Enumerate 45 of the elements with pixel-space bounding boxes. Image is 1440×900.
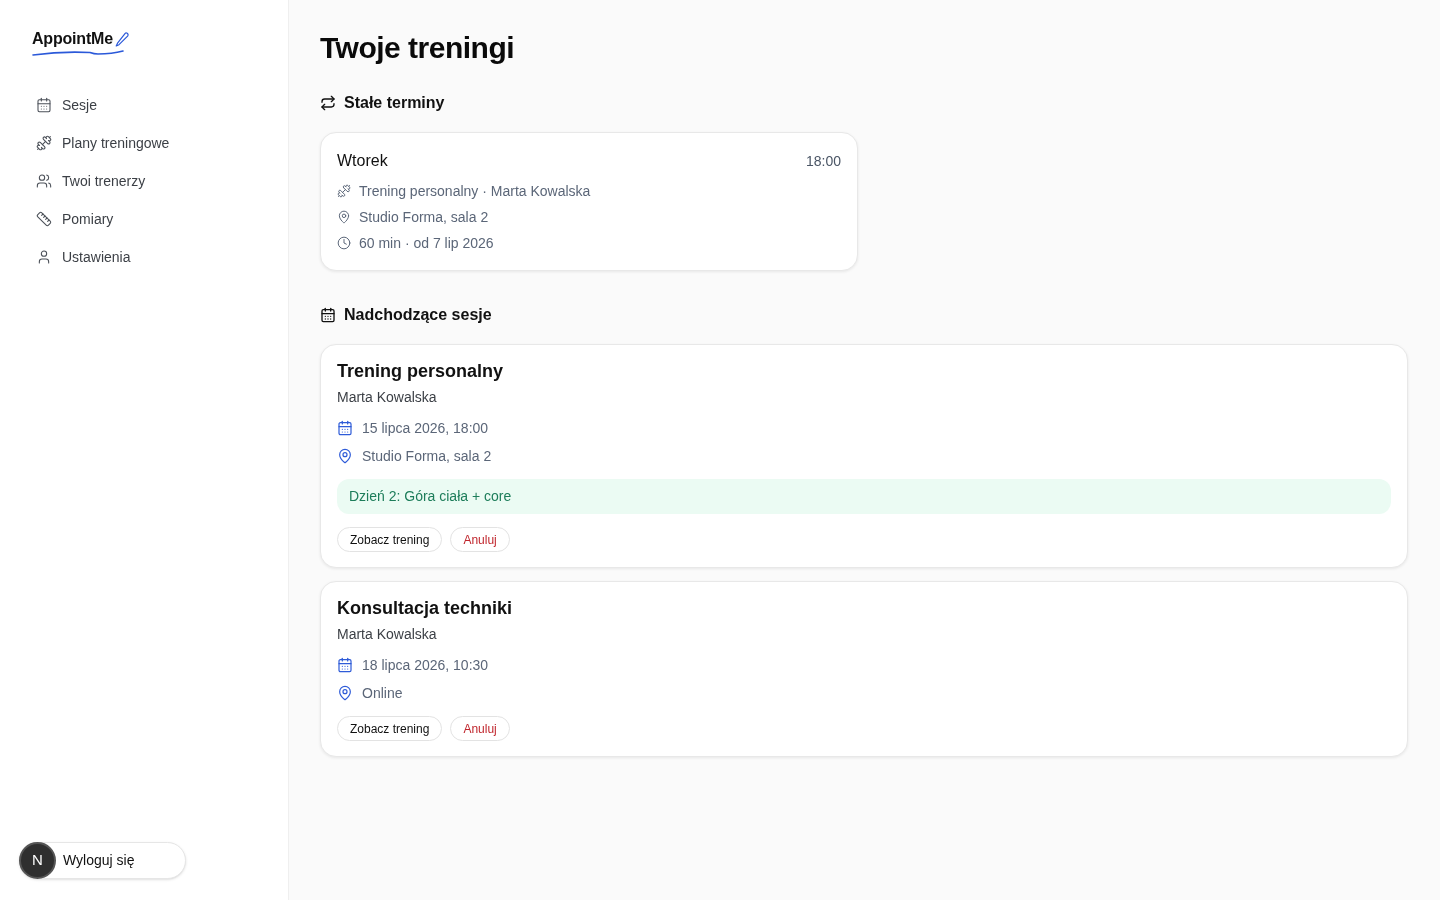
cancel-button[interactable]: Anuluj — [450, 716, 510, 741]
map-pin-icon — [337, 210, 351, 224]
dumbbell-icon — [36, 135, 52, 151]
dumbbell-icon — [337, 184, 351, 198]
section-heading: Stałe terminy — [344, 93, 445, 113]
session-date: 15 lipca 2026, 18:00 — [362, 418, 489, 438]
sidebar-nav-item[interactable]: Ustawienia — [36, 238, 288, 276]
map-pin-icon — [337, 448, 353, 464]
time-label: 18:00 — [805, 151, 841, 171]
session-location: Online — [362, 683, 403, 703]
swoosh-underline-icon — [32, 50, 124, 56]
pen-icon — [114, 32, 129, 47]
sidebar-nav-item[interactable]: Pomiary — [36, 200, 288, 238]
session-location: Studio Forma, sala 2 — [362, 446, 492, 466]
section-heading: Nadchodzące sesje — [344, 305, 492, 325]
calendar-icon — [337, 657, 353, 673]
repeat-icon — [320, 95, 336, 111]
plan-note: Dzień 2: Góra ciała + core — [337, 479, 1391, 514]
page-title: Twoje treningi — [320, 30, 515, 66]
detail-text: Studio Forma, sala 2 — [359, 207, 489, 227]
trainer-name: Marta Kowalska — [337, 388, 437, 407]
clock-icon — [337, 236, 351, 250]
calendar-icon — [337, 420, 353, 436]
detail-text: 60 min · od 7 lip 2026 — [359, 233, 494, 253]
sidebar-nav-item[interactable]: Sesje — [36, 86, 288, 124]
calendar-icon — [36, 97, 52, 113]
sidebar-nav-item[interactable]: Twoi trenerzy — [36, 162, 288, 200]
day-label: Wtorek — [337, 151, 388, 171]
users-icon — [36, 173, 52, 189]
view-training-button[interactable]: Zobacz trening — [337, 527, 443, 552]
session-date: 18 lipca 2026, 10:30 — [362, 655, 489, 675]
session-title: Konsultacja techniki — [337, 597, 513, 620]
detail-text: Trening personalny · Marta Kowalska — [359, 181, 591, 201]
trainer-name: Marta Kowalska — [337, 625, 437, 644]
session-title: Trening personalny — [337, 360, 504, 383]
user-avatar: N — [19, 842, 56, 879]
logout-button[interactable]: N Wyloguj się — [19, 842, 186, 879]
logo-text: AppointMe — [32, 29, 113, 49]
user-icon — [36, 249, 52, 265]
view-training-button[interactable]: Zobacz trening — [337, 716, 443, 741]
sidebar-nav-item[interactable]: Plany treningowe — [36, 124, 288, 162]
calendar-icon — [320, 307, 336, 323]
ruler-icon — [36, 211, 52, 227]
map-pin-icon — [337, 685, 353, 701]
cancel-button[interactable]: Anuluj — [450, 527, 510, 552]
